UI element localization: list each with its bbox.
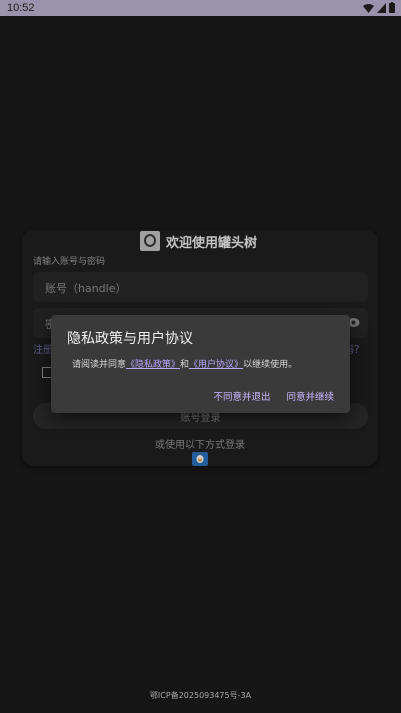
dialog-title: 隐私政策与用户协议 — [67, 330, 193, 346]
icp-footer: 鄂ICP备2025093475号-3A — [149, 691, 252, 700]
privacy-policy-link[interactable]: 《隐私政策》 — [126, 360, 180, 370]
status-bar: 10:52 — [0, 0, 401, 16]
decline-button[interactable]: 不同意并退出 — [213, 389, 270, 403]
accept-button[interactable]: 同意并继续 — [286, 389, 334, 403]
dialog-body-prefix: 请阅读并同意 — [72, 360, 127, 370]
battery-icon — [389, 2, 395, 13]
dialog-body: 请阅读并同意《隐私政策》和《用户协议》以继续使用。 — [72, 357, 297, 370]
dialog-body-and: 和 — [180, 360, 190, 370]
status-icons — [363, 2, 395, 13]
privacy-dialog: 隐私政策与用户协议 请阅读并同意《隐私政策》和《用户协议》以继续使用。 不同意并… — [51, 315, 350, 413]
signal-icon — [377, 2, 386, 13]
dialog-body-suffix: 以继续使用。 — [243, 360, 298, 370]
status-time: 10:52 — [7, 2, 35, 14]
user-agreement-link[interactable]: 《用户协议》 — [189, 360, 243, 370]
wifi-icon — [363, 3, 374, 13]
dialog-actions: 不同意并退出 同意并继续 — [213, 389, 334, 403]
